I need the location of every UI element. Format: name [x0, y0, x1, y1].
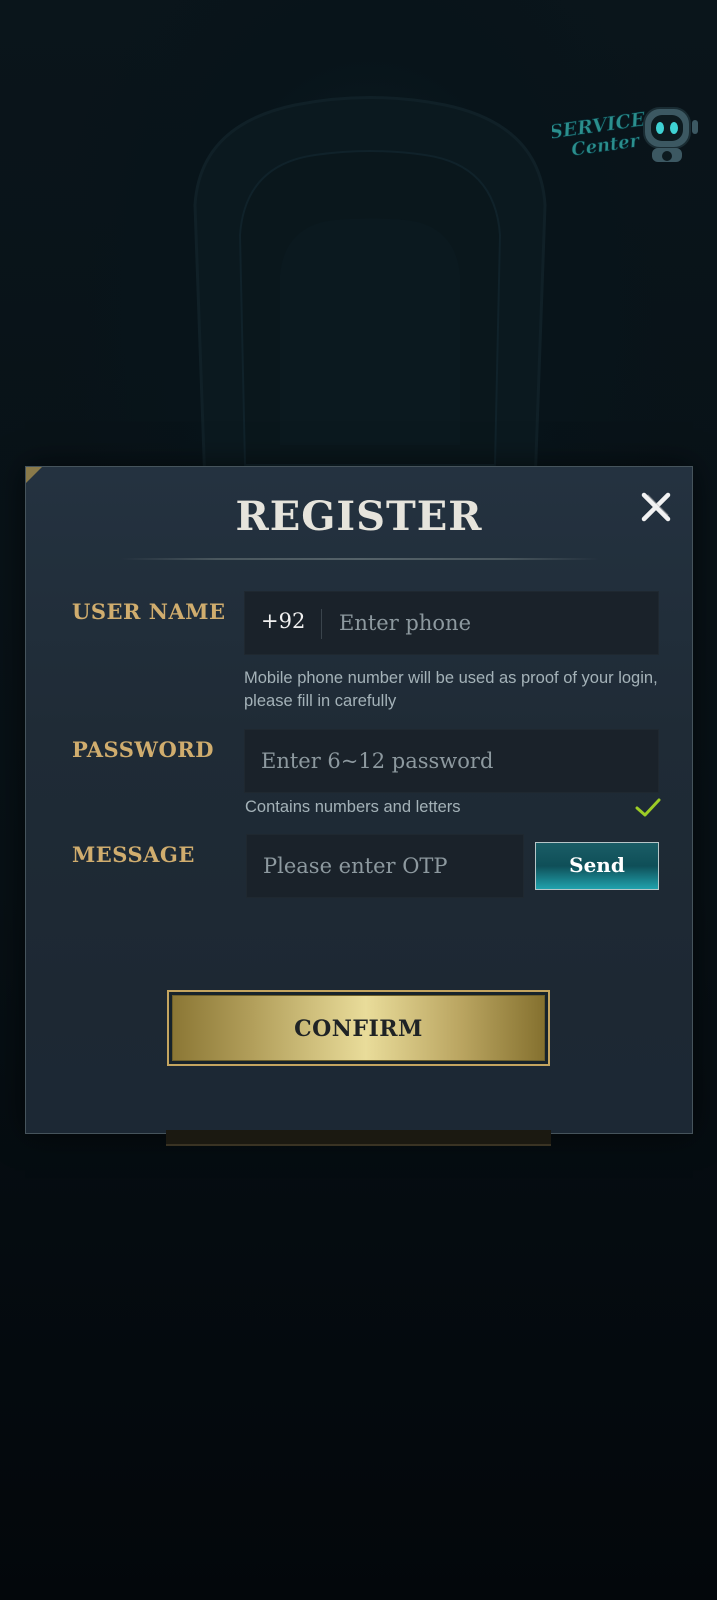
register-dialog: REGISTER USER NAME +92 Mobile phone numb… [25, 466, 693, 1134]
corner-ornament [26, 467, 42, 483]
send-otp-button[interactable]: Send [535, 842, 659, 890]
password-hint: Contains numbers and letters [245, 798, 461, 816]
phone-hint: Mobile phone number will be used as proo… [244, 669, 658, 710]
otp-field[interactable] [246, 834, 524, 898]
check-icon [635, 798, 661, 817]
username-label: USER NAME [72, 599, 226, 624]
dialog-title: REGISTER [235, 493, 483, 540]
otp-input[interactable] [263, 835, 518, 897]
password-field[interactable] [244, 729, 659, 793]
close-icon[interactable] [636, 487, 676, 527]
message-label: MESSAGE [72, 842, 195, 867]
confirm-button-label: CONFIRM [172, 995, 545, 1061]
robot-icon [643, 107, 698, 162]
phone-field[interactable]: +92 [244, 591, 659, 655]
background-figure [193, 96, 547, 485]
background-button-edge [166, 1130, 551, 1146]
password-label: PASSWORD [72, 737, 214, 762]
prefix-divider [321, 609, 322, 639]
title-divider [121, 558, 599, 560]
phone-input[interactable] [339, 592, 649, 654]
password-input[interactable] [261, 730, 651, 792]
country-code-prefix: +92 [261, 609, 306, 633]
service-center-badge[interactable]: SERVICE Center [552, 100, 700, 170]
confirm-button[interactable]: CONFIRM [167, 990, 550, 1066]
register-screen: SERVICE Center REGISTER USER NAME +92 Mo… [0, 0, 717, 1600]
